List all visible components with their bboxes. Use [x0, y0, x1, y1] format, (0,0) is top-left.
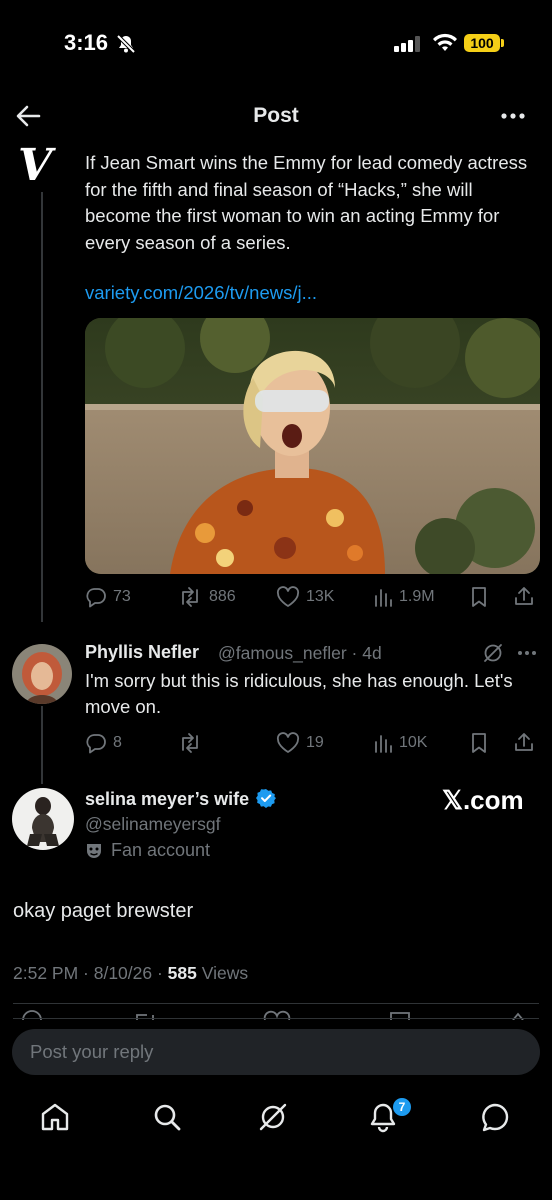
verified-icon [256, 788, 277, 808]
repost-icon [182, 587, 198, 607]
reply-count-label: 73 [113, 588, 131, 605]
views-count-label: 1.9M [399, 588, 435, 605]
reply-text: I'm sorry but this is ridiculous, she ha… [85, 670, 513, 717]
grok-icon[interactable] [256, 1100, 290, 1134]
views-label[interactable]: Views [197, 963, 248, 983]
post-text: If Jean Smart wins the Emmy for lead com… [85, 152, 528, 253]
repost-count[interactable]: 886 [177, 586, 236, 608]
reply-icon [86, 734, 106, 754]
messages-icon[interactable] [478, 1100, 512, 1134]
xcom-badge: 𝕏.com [442, 785, 524, 815]
search-icon[interactable] [150, 1100, 184, 1134]
more-icon[interactable] [517, 650, 537, 656]
views-count[interactable]: 1.9M [373, 586, 435, 608]
reply-icon [86, 588, 106, 608]
bell-slash-icon [116, 34, 136, 54]
repost-count-label: 886 [209, 588, 236, 605]
like-icon [276, 732, 300, 753]
views-count-label: 10K [399, 734, 428, 751]
like-count[interactable]: 19 [276, 732, 324, 754]
reply-count[interactable]: 73 [85, 586, 131, 608]
reply-author-handle[interactable]: @famous_nefler · 4d [218, 643, 382, 664]
avatar[interactable] [12, 644, 72, 704]
bookmark-icon[interactable] [469, 732, 489, 754]
variety-avatar[interactable]: V [18, 144, 52, 188]
cellular-signal-icon [394, 36, 424, 52]
views-icon [375, 589, 392, 607]
views-number: 585 [167, 963, 197, 983]
post-text: okay paget brewster [13, 900, 194, 922]
author-handle[interactable]: @selinameyersgf [85, 814, 220, 835]
page-title: Post [253, 104, 299, 127]
share-icon[interactable] [513, 731, 535, 753]
author-name-label: selina meyer’s wife [85, 789, 250, 809]
views-count[interactable]: 10K [373, 732, 427, 754]
like-count[interactable]: 13K [276, 586, 334, 608]
wifi-icon [432, 33, 458, 53]
more-icon[interactable] [500, 112, 526, 120]
status-time: 3:16 [64, 30, 109, 55]
article-link[interactable]: variety.com/2026/tv/news/j... [85, 282, 317, 304]
reply-author-name[interactable]: Phyllis Nefler [85, 642, 199, 663]
reply-count-label: 8 [113, 734, 122, 751]
like-count-label: 19 [306, 734, 324, 751]
share-icon[interactable] [513, 585, 535, 607]
like-count-label: 13K [306, 588, 335, 605]
fan-account-text: Fan account [111, 840, 211, 860]
bookmark-icon[interactable] [469, 586, 489, 608]
like-icon [276, 586, 300, 607]
views-icon [375, 735, 392, 753]
repost-icon [182, 733, 198, 753]
avatar[interactable] [12, 788, 74, 850]
author-name[interactable]: selina meyer’s wife [85, 788, 277, 810]
fan-mask-icon [87, 843, 101, 858]
reply-input[interactable]: Post your reply [12, 1029, 540, 1075]
battery-indicator: 100 [464, 34, 500, 52]
divider [13, 1018, 539, 1019]
reply-count[interactable]: 8 [85, 732, 122, 754]
repost-count[interactable] [177, 732, 209, 754]
thread-line [41, 706, 43, 784]
battery-tip [501, 39, 504, 47]
notification-badge: 7 [393, 1098, 411, 1116]
thread-line [41, 192, 43, 622]
home-icon[interactable] [38, 1100, 72, 1134]
fan-account-label: Fan account [85, 840, 210, 861]
divider [13, 1003, 539, 1004]
timestamp-text: 2:52 PM · 8/10/26 · [13, 963, 168, 983]
post-image[interactable] [85, 318, 540, 574]
grok-icon[interactable] [482, 642, 504, 664]
post-timestamp: 2:52 PM · 8/10/26 · 585 Views [13, 963, 248, 984]
